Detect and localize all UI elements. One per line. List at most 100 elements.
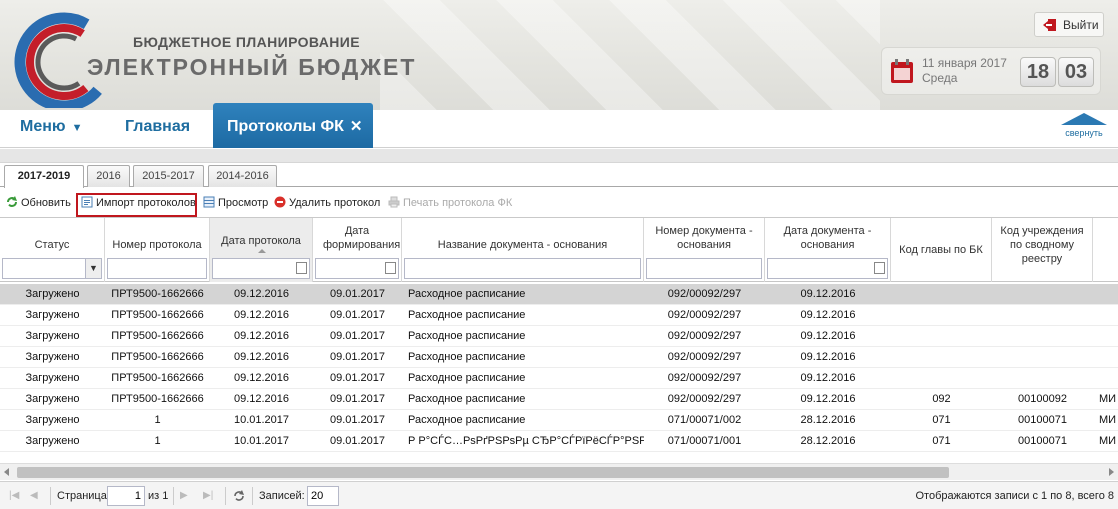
scroll-left-icon[interactable] xyxy=(4,468,9,476)
chevron-down-icon[interactable]: ▼ xyxy=(85,259,101,278)
column-institution-code-label: Код учреждения по сводному реестру xyxy=(1000,225,1084,265)
page-count-label: из 1 xyxy=(148,490,169,502)
cell-chapter-code xyxy=(891,347,992,368)
close-icon[interactable]: ✕ xyxy=(350,118,363,135)
column-document-name[interactable]: Название документа - основания xyxy=(402,218,644,282)
brand-subtitle: БЮДЖЕТНОЕ ПЛАНИРОВАНИЕ xyxy=(133,34,360,50)
cell-document-date: 09.12.2016 xyxy=(800,309,856,321)
cell-protocol-date: 09.12.2016 xyxy=(233,351,290,363)
nav-home-link[interactable]: Главная xyxy=(125,118,190,136)
formation-date-filter-input[interactable] xyxy=(315,258,399,279)
print-protocol-button[interactable]: Печать протокола ФК xyxy=(388,196,512,209)
cell-institution-code: 00100092 xyxy=(1018,393,1067,405)
cell-document-number: 092/00092/297 xyxy=(667,393,742,405)
document-number-filter-input[interactable] xyxy=(646,258,762,279)
calendar-picker-icon[interactable] xyxy=(296,262,307,274)
collapse-label: свернуть xyxy=(1065,128,1103,138)
delete-icon xyxy=(274,196,286,208)
table-row[interactable]: Загружено ПРТ9500-1662666 09.12.2016 09.01.… xyxy=(0,284,1118,305)
cell-overflow xyxy=(1093,368,1118,389)
calendar-picker-icon[interactable] xyxy=(874,262,885,274)
cell-status: Загружено xyxy=(25,330,80,342)
printer-icon xyxy=(388,196,400,208)
table-row[interactable]: Загружено ПРТ9500-1662666 09.12.2016 09.01.… xyxy=(0,368,1118,389)
tab-year-2017-2019[interactable]: 2017-2019 xyxy=(4,165,84,188)
cell-document-date: 09.12.2016 xyxy=(800,393,856,405)
document-name-filter-input[interactable] xyxy=(404,258,641,279)
records-per-page-input[interactable] xyxy=(307,486,339,506)
column-protocol-number-label: Номер протокола xyxy=(112,239,202,251)
date-time-panel: 11 января 2017 Среда 18 03 xyxy=(881,47,1101,95)
cell-protocol-date: 09.12.2016 xyxy=(233,309,290,321)
cell-document-number: 071/00071/001 xyxy=(667,435,742,447)
page-number-input[interactable] xyxy=(107,486,145,506)
nav-separator-bar xyxy=(0,149,1118,163)
column-document-date-label: Дата документа - основания xyxy=(783,225,872,251)
column-protocol-date[interactable]: Дата протокола xyxy=(210,218,313,282)
column-status[interactable]: Статус ▼ xyxy=(0,218,105,282)
current-date: 11 января 2017 xyxy=(922,56,1007,70)
column-protocol-date-label: Дата протокола xyxy=(221,235,301,247)
protocol-date-filter-input[interactable] xyxy=(212,258,310,279)
document-date-filter-input[interactable] xyxy=(767,258,888,279)
calendar-picker-icon[interactable] xyxy=(385,262,396,274)
table-row[interactable]: Загружено ПРТ9500-1662666 09.12.2016 09.01.… xyxy=(0,326,1118,347)
cell-document-name: Расходное расписание xyxy=(408,351,526,363)
exit-button[interactable]: Выйти xyxy=(1034,12,1104,37)
table-row[interactable]: Загружено ПРТ9500-1662666 09.12.2016 09.01.… xyxy=(0,305,1118,326)
cell-protocol-number: ПРТ9500-1662666 xyxy=(111,372,204,384)
cell-protocol-date: 10.01.2017 xyxy=(233,414,290,426)
cell-overflow: МИ xyxy=(1099,435,1117,447)
horizontal-scrollbar[interactable] xyxy=(0,463,1118,480)
cell-formation-date: 09.01.2017 xyxy=(329,414,386,426)
cell-overflow xyxy=(1093,305,1118,326)
protocol-number-filter-input[interactable] xyxy=(107,258,207,279)
cell-document-name: Расходное расписание xyxy=(408,414,526,426)
cell-overflow: МИ xyxy=(1099,393,1117,405)
sort-ascending-icon xyxy=(258,249,266,253)
tab-protocols-fk[interactable]: Протоколы ФК ✕ xyxy=(213,103,373,148)
column-institution-code[interactable]: Код учреждения по сводному реестру xyxy=(992,218,1093,282)
refresh-icon[interactable] xyxy=(232,489,246,503)
column-document-number[interactable]: Номер документа - основания xyxy=(644,218,765,282)
pager-separator xyxy=(50,487,51,505)
table-row[interactable]: Загружено 1 10.01.2017 09.01.2017 Р Р°СЃС…Рѕ… xyxy=(0,431,1118,452)
refresh-button[interactable]: Обновить xyxy=(6,196,71,209)
print-protocol-label: Печать протокола ФК xyxy=(403,197,513,209)
tab-year-2014-2016[interactable]: 2014-2016 xyxy=(208,165,277,187)
tab-year-2015-2017[interactable]: 2015-2017 xyxy=(133,165,204,187)
table-row[interactable]: Загружено ПРТ9500-1662666 09.12.2016 09.01.… xyxy=(0,389,1118,410)
column-protocol-number[interactable]: Номер протокола xyxy=(105,218,210,282)
cell-status: Загружено xyxy=(25,435,80,447)
refresh-icon xyxy=(7,196,17,207)
cell-protocol-number: 1 xyxy=(154,435,161,447)
last-page-icon[interactable]: ▶| xyxy=(203,490,213,501)
column-document-date[interactable]: Дата документа - основания xyxy=(765,218,891,282)
cell-overflow xyxy=(1093,284,1118,305)
prev-page-icon[interactable]: ◀ xyxy=(30,490,38,501)
cell-formation-date: 09.01.2017 xyxy=(329,393,386,405)
delete-protocol-button[interactable]: Удалить протокол xyxy=(274,196,380,209)
table-row[interactable]: Загружено 1 10.01.2017 09.01.2017 Расходное … xyxy=(0,410,1118,431)
first-page-icon[interactable]: |◀ xyxy=(9,490,19,501)
grid-body: Загружено ПРТ9500-1662666 09.12.2016 09.01.… xyxy=(0,284,1118,452)
app-header: БЮДЖЕТНОЕ ПЛАНИРОВАНИЕ ЭЛЕКТРОННЫЙ БЮДЖЕ… xyxy=(0,0,1118,110)
collapse-header-button[interactable]: свернуть xyxy=(1061,113,1107,138)
view-button[interactable]: Просмотр xyxy=(203,196,268,209)
cell-formation-date: 09.01.2017 xyxy=(329,372,386,384)
column-overflow xyxy=(1093,218,1118,282)
next-page-icon[interactable]: ▶ xyxy=(180,490,188,501)
column-chapter-code[interactable]: Код главы по БК xyxy=(891,218,992,282)
scroll-right-icon[interactable] xyxy=(1109,468,1114,476)
cell-institution-code xyxy=(992,326,1093,347)
cell-document-date: 09.12.2016 xyxy=(800,288,856,300)
status-filter-select[interactable]: ▼ xyxy=(2,258,102,279)
scrollbar-thumb[interactable] xyxy=(17,467,949,478)
records-summary: Отображаются записи с 1 по 8, всего 8 xyxy=(915,490,1115,502)
logout-icon xyxy=(1043,19,1056,31)
column-formation-date[interactable]: Дата формирования xyxy=(313,218,402,282)
cell-document-date: 28.12.2016 xyxy=(800,435,856,447)
tab-year-2016[interactable]: 2016 xyxy=(87,165,130,187)
table-row[interactable]: Загружено ПРТ9500-1662666 09.12.2016 09.01.… xyxy=(0,347,1118,368)
menu-button[interactable]: Меню ▼ xyxy=(20,118,82,136)
